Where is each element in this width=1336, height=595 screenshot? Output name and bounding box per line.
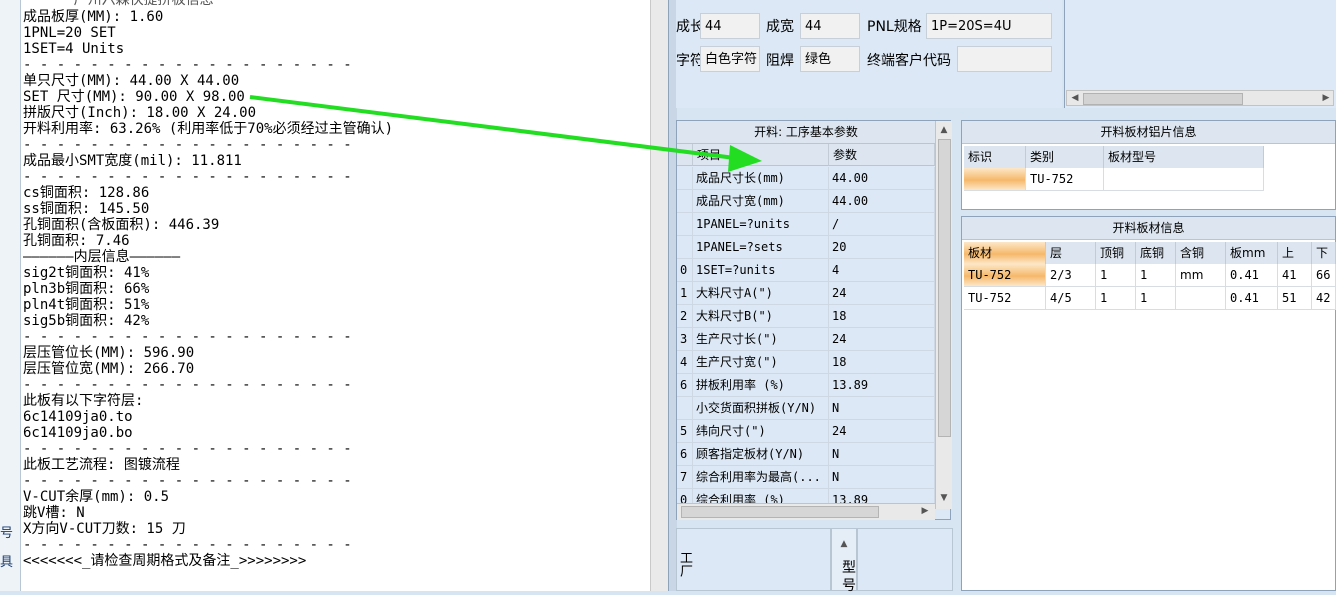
annotation-arrow bbox=[249, 95, 762, 172]
arrow-head-icon bbox=[728, 145, 762, 172]
arrow-shaft bbox=[249, 95, 736, 160]
